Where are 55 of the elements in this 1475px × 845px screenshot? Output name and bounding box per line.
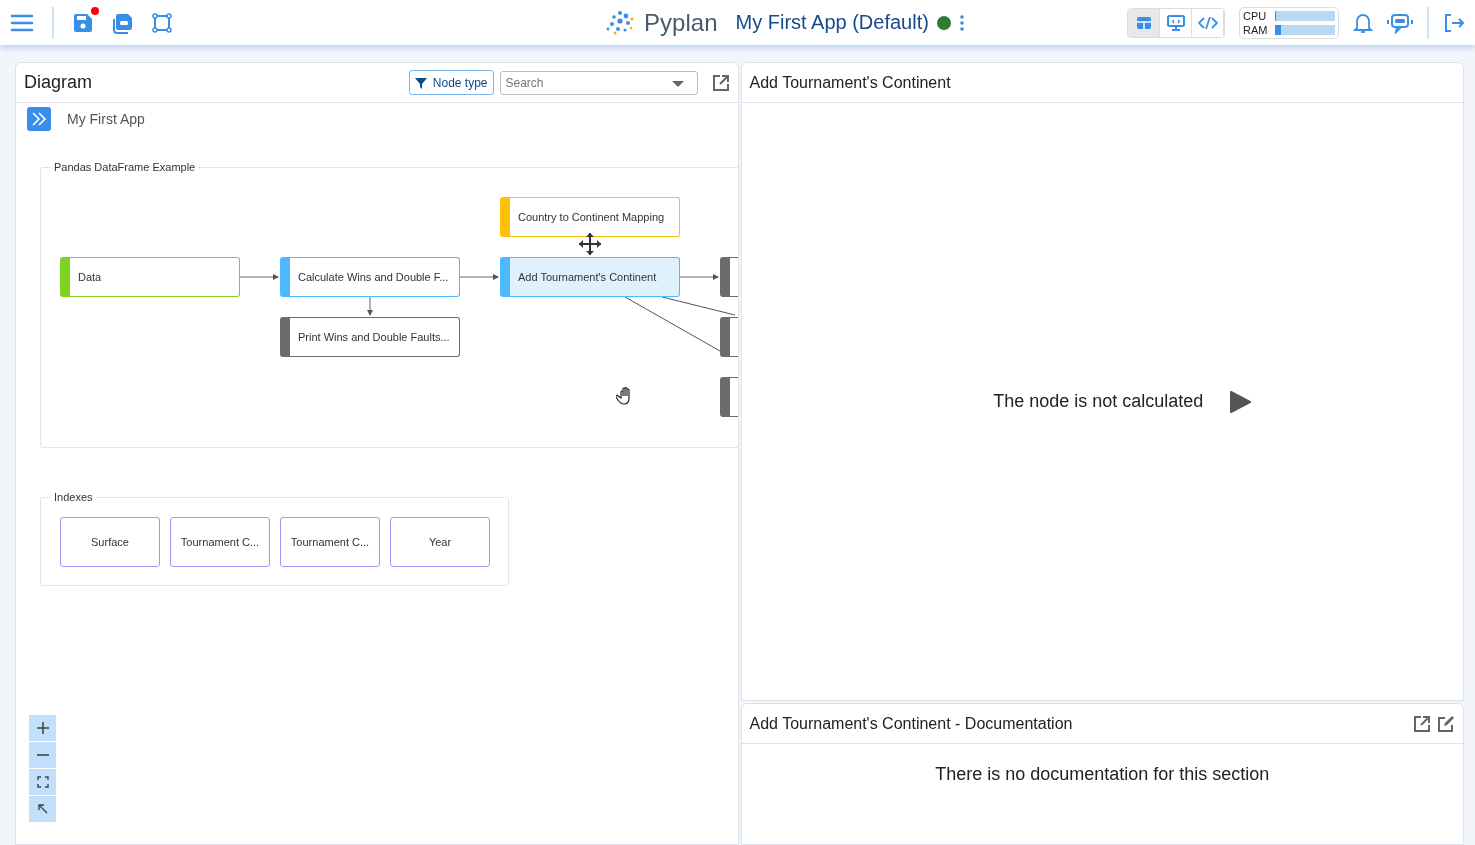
save-as-icon[interactable] — [112, 11, 134, 34]
group-title: Indexes — [50, 491, 97, 503]
open-external-icon[interactable] — [1413, 714, 1431, 733]
index-node[interactable]: Year — [390, 516, 490, 567]
index-node[interactable]: Tournament C... — [280, 516, 380, 567]
group-title: Pandas DataFrame Example — [50, 161, 200, 173]
caret-icon[interactable] — [671, 79, 684, 88]
diagram-node[interactable]: Print Wins and Double Faults... — [280, 317, 460, 357]
diagonal-arrow-icon — [36, 803, 49, 815]
double-chevron-icon — [31, 112, 47, 126]
status-message: The node is not calculated — [993, 391, 1204, 412]
diagram-node[interactable]: Add Tournament's Continent — [500, 257, 680, 297]
node-type-filter-button[interactable]: Node type — [408, 70, 494, 95]
frame-icon[interactable] — [152, 12, 172, 33]
connector-arrow — [679, 274, 719, 280]
menu-icon[interactable] — [10, 12, 34, 33]
robot-icon[interactable] — [1387, 11, 1413, 34]
save-icon[interactable] — [72, 11, 94, 34]
connector-arrow — [239, 274, 279, 280]
index-node[interactable]: Surface — [60, 516, 160, 567]
panel-title: Add Tournament's Continent - Documentation — [749, 714, 1073, 733]
index-node[interactable]: Tournament C... — [170, 516, 270, 567]
diagram-node[interactable]: Country to Continent Mapping — [500, 197, 680, 237]
table-view-button[interactable] — [1128, 8, 1160, 37]
panel-title: Diagram — [24, 72, 93, 93]
expand-button[interactable] — [27, 107, 51, 131]
documentation-message: There is no documentation for this section — [935, 764, 1270, 785]
diagram-node[interactable]: Data — [60, 257, 240, 297]
move-icon — [578, 232, 602, 256]
more-icon[interactable] — [958, 13, 965, 32]
diagram-node[interactable]: Calculate Wins and Double F... — [280, 257, 460, 297]
fit-view-button[interactable] — [29, 769, 56, 795]
edit-icon[interactable] — [1437, 714, 1455, 733]
breadcrumb[interactable]: My First App — [67, 111, 145, 127]
meter-label: RAM — [1243, 23, 1269, 36]
logout-icon[interactable] — [1443, 12, 1465, 33]
reset-view-button[interactable] — [29, 796, 56, 822]
open-external-icon[interactable] — [711, 73, 730, 92]
zoom-out-button[interactable] — [29, 742, 56, 768]
zoom-in-button[interactable] — [29, 715, 56, 741]
brand-name: Pyplan — [644, 8, 718, 37]
connector-arrow — [459, 274, 499, 280]
bell-icon[interactable] — [1353, 11, 1373, 34]
search-field[interactable]: Search — [499, 70, 698, 95]
monitor-icon — [1166, 14, 1185, 31]
play-icon[interactable] — [1229, 389, 1252, 414]
app-title: My First App (Default) — [735, 11, 929, 34]
table-icon — [1135, 15, 1152, 30]
code-icon — [1197, 15, 1218, 30]
filter-icon — [414, 76, 427, 89]
connector-arrow — [367, 296, 373, 316]
plus-icon — [36, 722, 49, 734]
corners-icon — [36, 776, 49, 788]
panel-title: Add Tournament's Continent — [749, 73, 951, 92]
meter-label: CPU — [1243, 9, 1268, 22]
